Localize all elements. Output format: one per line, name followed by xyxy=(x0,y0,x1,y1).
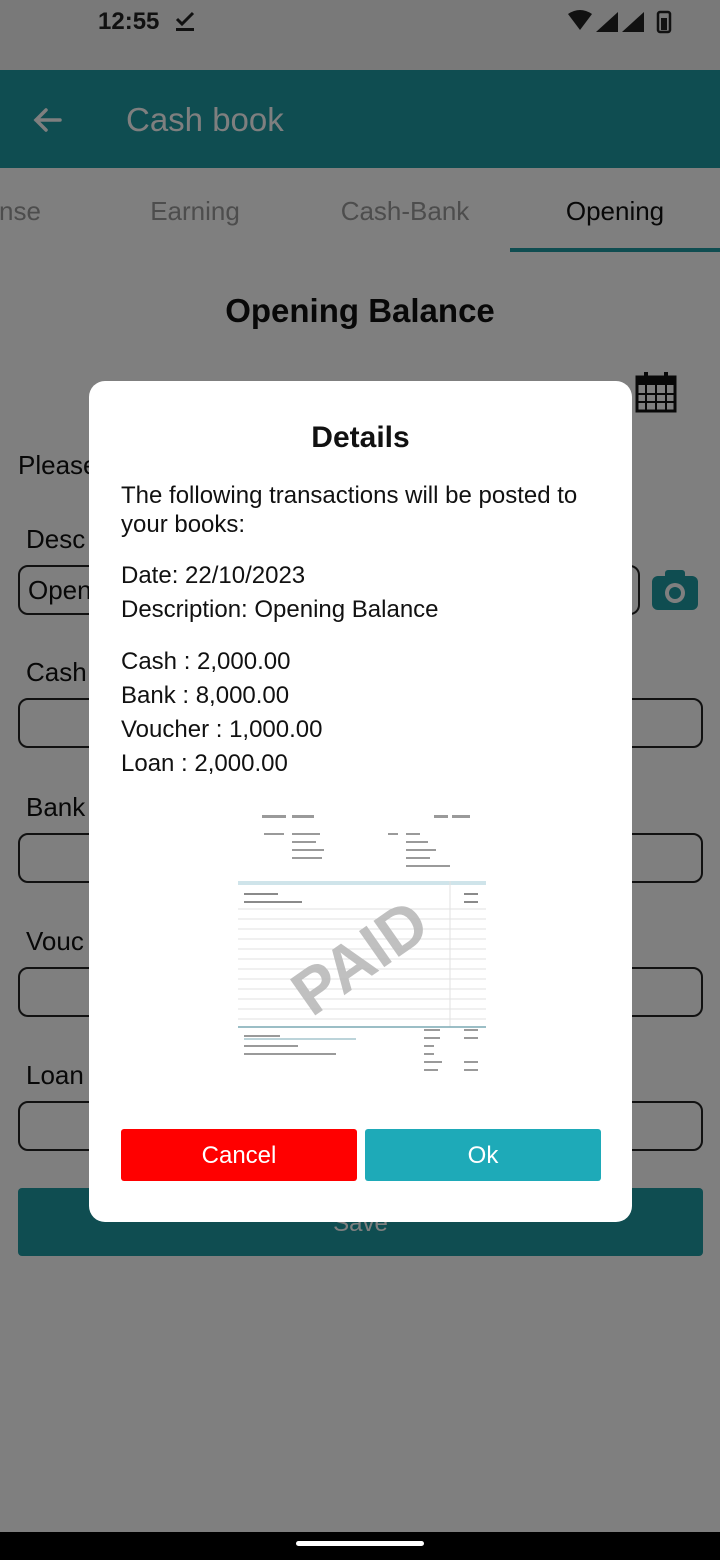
ok-button[interactable]: Ok xyxy=(365,1129,601,1181)
dialog-date: Date: 22/10/2023 xyxy=(121,562,306,589)
receipt-image: PAID xyxy=(234,809,488,1079)
dialog-loan: Loan : 2,000.00 xyxy=(121,750,288,777)
navigation-bar xyxy=(0,1532,720,1560)
cancel-button[interactable]: Cancel xyxy=(121,1129,357,1181)
details-dialog: Details The following transactions will … xyxy=(89,381,632,1222)
dialog-cash: Cash : 2,000.00 xyxy=(121,648,291,675)
dialog-intro: The following transactions will be poste… xyxy=(121,482,578,538)
dialog-description: Description: Opening Balance xyxy=(121,596,439,623)
home-gesture-handle[interactable] xyxy=(296,1541,424,1546)
dialog-voucher: Voucher : 1,000.00 xyxy=(121,716,323,743)
dialog-title: Details xyxy=(311,421,410,454)
dialog-bank: Bank : 8,000.00 xyxy=(121,682,290,709)
